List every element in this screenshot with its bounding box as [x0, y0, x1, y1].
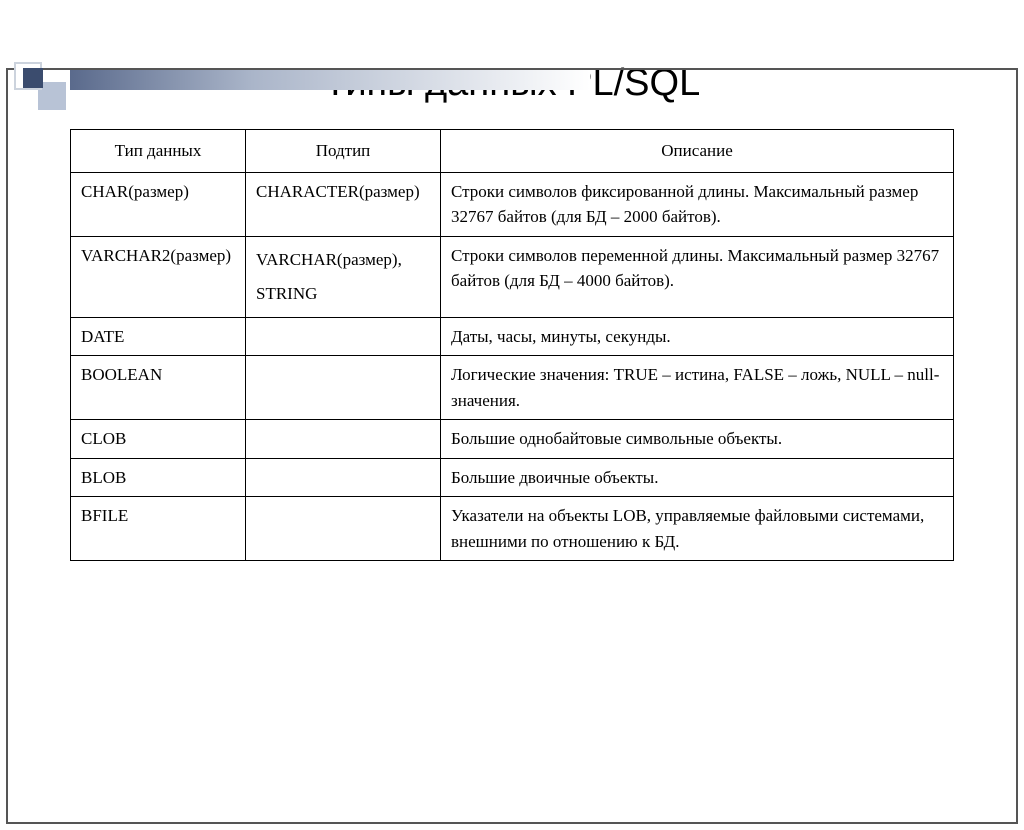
- slide-border: [6, 68, 1018, 824]
